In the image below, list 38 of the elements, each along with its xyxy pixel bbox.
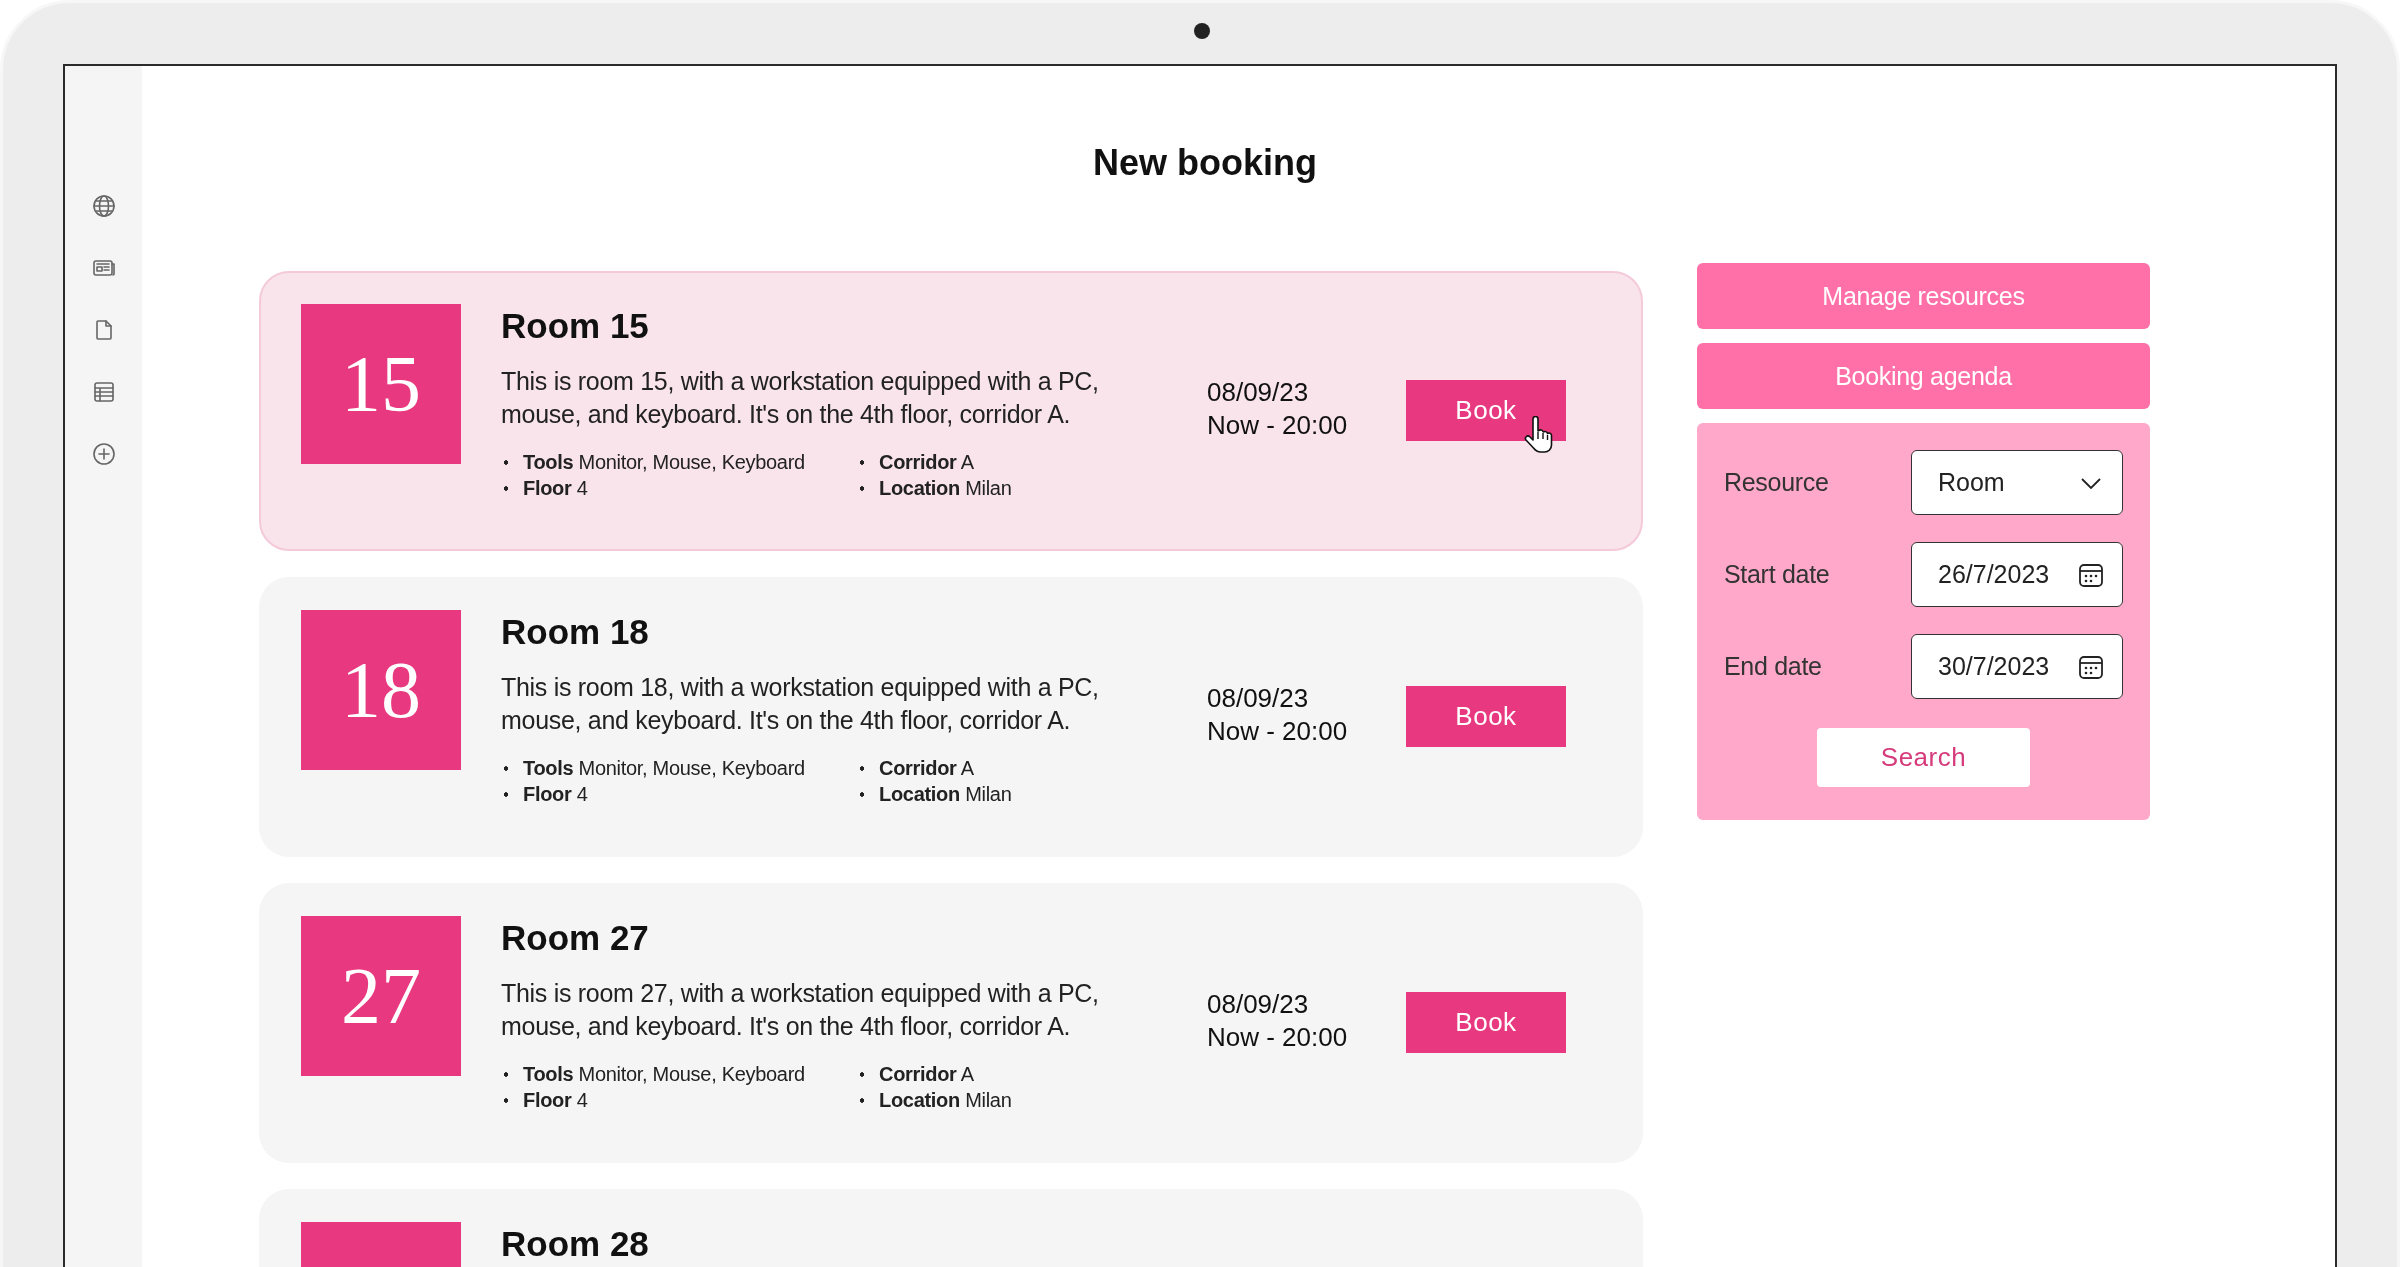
- booking-time: Now - 20:00: [1207, 409, 1348, 442]
- room-number: 15: [341, 338, 421, 430]
- booking-date: 08/09/23: [1207, 682, 1309, 715]
- globe-icon[interactable]: [91, 194, 116, 218]
- room-card[interactable]: [259, 883, 1643, 1163]
- room-number: 27: [341, 950, 421, 1042]
- room-number: 18: [341, 644, 421, 736]
- date-field[interactable]: 26/7/2023: [1911, 542, 2123, 607]
- resource-dropdown[interactable]: Room: [1911, 450, 2123, 515]
- booking-time: Now - 20:00: [1207, 1021, 1348, 1054]
- action-button[interactable]: Manage resources: [1697, 263, 2150, 329]
- room-title: Room 15: [501, 307, 650, 345]
- booking-time: Now - 20:00: [1207, 715, 1348, 748]
- page-title: New booking: [1093, 142, 1317, 184]
- date-field[interactable]: 30/7/2023: [1911, 634, 2123, 699]
- action-button[interactable]: Booking agenda: [1697, 343, 2150, 409]
- booking-date: 08/09/23: [1207, 376, 1309, 409]
- room-title: Room 27: [501, 919, 650, 957]
- filter-label: Resource: [1724, 468, 1829, 497]
- book-button[interactable]: Book: [1406, 992, 1566, 1053]
- add-icon[interactable]: [91, 442, 116, 466]
- filter-label: Start date: [1724, 560, 1830, 589]
- room-title: Room 28: [501, 1225, 650, 1263]
- book-button[interactable]: Book: [1406, 686, 1566, 747]
- room-description: This is room 27, with a workstation equipped with a PC, mouse, and keyboard. It's on the 4th floor, corridor A.: [501, 978, 1100, 1042]
- camera-icon: [1194, 23, 1210, 39]
- room-card[interactable]: Room 28: [259, 1189, 1643, 1267]
- room-description: This is room 15, with a workstation equipped with a PC, mouse, and keyboard. It's on the 4th floor, corridor A.: [501, 366, 1100, 430]
- search-button[interactable]: Search: [1817, 728, 2030, 787]
- room-card[interactable]: [259, 577, 1643, 857]
- calendar-icon: [2078, 653, 2104, 680]
- room-description: This is room 18, with a workstation equipped with a PC, mouse, and keyboard. It's on the 4th floor, corridor A.: [501, 672, 1100, 736]
- booking-date: 08/09/23: [1207, 988, 1309, 1021]
- room-title: Room 18: [501, 613, 650, 651]
- calendar-icon: [2078, 561, 2104, 588]
- table-icon[interactable]: [91, 380, 116, 404]
- filter-label: End date: [1724, 652, 1822, 681]
- room-card[interactable]: [259, 271, 1643, 551]
